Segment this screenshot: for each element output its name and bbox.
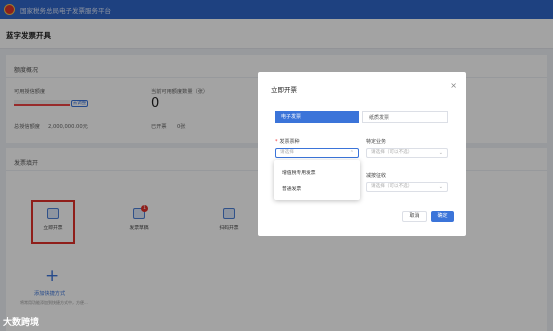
watermark: 大数跨境 [3,318,40,328]
dropdown-option[interactable]: 普通发票 [282,185,301,192]
tab-electronic-invoice[interactable]: 电子发票 [275,111,359,123]
modal-title: 立即开票 [271,86,297,94]
dropdown-option[interactable]: 增值税专用发票 [282,169,316,176]
cancel-button[interactable]: 取消 [402,211,427,222]
invoice-type-dropdown: 增值税专用发票 普通发票 [274,160,360,200]
business-type-label: 特定业务 [366,139,387,145]
invoice-type-select[interactable]: 请选择 ⌃ [275,148,359,158]
chevron-down-icon: ⌄ [438,184,443,190]
tax-reduction-select[interactable]: 请选择（可以不选） ⌄ [366,182,448,192]
business-type-select[interactable]: 请选择（可以不选） ⌄ [366,148,448,158]
tab-paper-invoice[interactable]: 纸质发票 [362,111,448,123]
chevron-down-icon: ⌄ [438,150,443,156]
tax-reduction-label: 减按征收 [366,173,387,179]
close-icon[interactable]: × [450,81,457,90]
confirm-button[interactable]: 确定 [431,211,454,222]
issue-invoice-modal: 立即开票 × 电子发票 纸质发票 * 发票票种 请选择 ⌃ 特定业务 请选择（可以… [258,72,466,236]
invoice-type-label: * 发票票种 [275,139,300,145]
chevron-up-icon: ⌃ [349,150,354,156]
